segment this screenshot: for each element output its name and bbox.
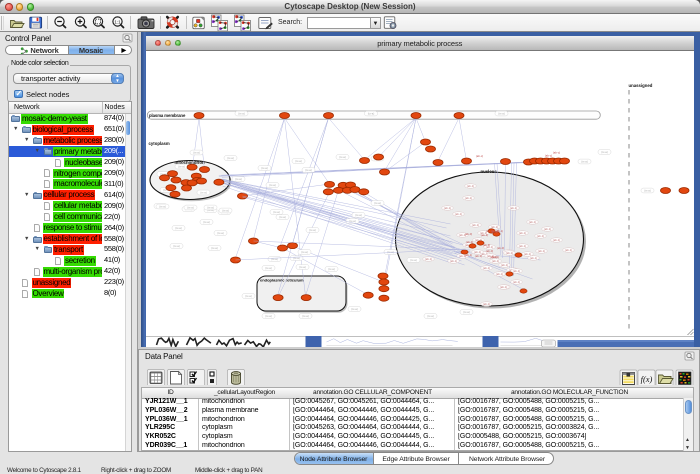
- svg-text:(tx-a): (tx-a): [410, 258, 417, 262]
- svg-text:(tx-a): (tx-a): [178, 165, 185, 169]
- svg-text:(ab-1): (ab-1): [495, 272, 503, 276]
- svg-text:(ab-1): (ab-1): [491, 259, 499, 263]
- svg-text:(ab-1): (ab-1): [518, 231, 526, 235]
- svg-text:(tx-a): (tx-a): [309, 228, 316, 232]
- svg-text:(tx-a): (tx-a): [374, 201, 381, 205]
- svg-text:cytoplasm: cytoplasm: [148, 141, 169, 146]
- svg-text:(tx-a): (tx-a): [227, 156, 234, 160]
- svg-text:(ab-1): (ab-1): [528, 220, 536, 224]
- svg-text:(tx-a): (tx-a): [427, 314, 434, 318]
- svg-text:(ab-1): (ab-1): [499, 285, 507, 289]
- svg-text:(ab-1): (ab-1): [464, 253, 472, 257]
- svg-text:(tx-a): (tx-a): [187, 206, 194, 210]
- svg-text:(ab-1): (ab-1): [509, 206, 517, 210]
- svg-text:(tx-a): (tx-a): [339, 155, 346, 159]
- svg-text:(tx-a): (tx-a): [328, 267, 335, 271]
- svg-text:(tx-a): (tx-a): [173, 244, 180, 248]
- svg-text:(ab-3): (ab-3): [482, 243, 490, 247]
- svg-text:(ab-1): (ab-1): [564, 248, 572, 252]
- svg-text:(tx-a): (tx-a): [245, 294, 252, 298]
- svg-text:(tx-a): (tx-a): [265, 266, 272, 270]
- svg-text:unassigned: unassigned: [628, 83, 652, 88]
- svg-text:(ab-0): (ab-0): [485, 229, 493, 233]
- svg-text:(tx-a): (tx-a): [293, 256, 300, 260]
- svg-text:(tx-a): (tx-a): [265, 314, 272, 318]
- svg-text:(tx-a): (tx-a): [222, 209, 229, 213]
- svg-text:(tx-a): (tx-a): [235, 177, 242, 181]
- svg-text:(ab-2): (ab-2): [489, 255, 497, 259]
- svg-text:(ab-1): (ab-1): [536, 234, 544, 238]
- svg-text:(tx-a): (tx-a): [367, 112, 374, 116]
- svg-text:(ab-1): (ab-1): [449, 259, 457, 263]
- svg-text:(ab-0): (ab-0): [464, 232, 472, 236]
- svg-text:f(x): f(x): [641, 374, 653, 384]
- svg-text:(tx-a): (tx-a): [498, 112, 505, 116]
- svg-text:(tx-a): (tx-a): [644, 189, 651, 193]
- svg-text:(ab-1): (ab-1): [466, 184, 474, 188]
- svg-text:(ab-1): (ab-1): [482, 266, 490, 270]
- svg-text:(tx-a): (tx-a): [211, 246, 218, 250]
- svg-text:(tx-a): (tx-a): [279, 215, 286, 219]
- svg-text:(ab-1): (ab-1): [552, 238, 560, 242]
- svg-text:(ab-1): (ab-1): [443, 206, 451, 210]
- svg-text:(tx-a): (tx-a): [351, 307, 358, 311]
- svg-text:(ab-0): (ab-0): [485, 249, 493, 253]
- svg-text:(ab-1): (ab-1): [537, 249, 545, 253]
- svg-text:(ab-1): (ab-1): [512, 269, 520, 273]
- svg-text:(tx-a): (tx-a): [305, 168, 312, 172]
- svg-text:(ab-1): (ab-1): [505, 251, 513, 255]
- svg-text:(tx-a): (tx-a): [238, 112, 245, 116]
- svg-text:(ab-1): (ab-1): [512, 280, 520, 284]
- svg-text:(tx-a): (tx-a): [207, 206, 214, 210]
- svg-text:(ab-1): (ab-1): [471, 223, 479, 227]
- svg-text:(ab-3): (ab-3): [465, 240, 473, 244]
- svg-text:(tx-a): (tx-a): [217, 231, 224, 235]
- svg-text:(ab-1): (ab-1): [474, 254, 482, 258]
- svg-text:(tx-a): (tx-a): [299, 265, 306, 269]
- svg-text:(tx-a): (tx-a): [269, 183, 276, 187]
- svg-text:(tx-a): (tx-a): [271, 257, 278, 261]
- svg-text:(ab-c): (ab-c): [475, 154, 482, 158]
- svg-text:(tx-a): (tx-a): [193, 151, 200, 155]
- svg-text:(ab-1): (ab-1): [482, 302, 490, 306]
- svg-text:(tx-a): (tx-a): [200, 191, 207, 195]
- svg-text:(ab-1): (ab-1): [529, 256, 537, 260]
- svg-text:(ab-0): (ab-0): [496, 246, 504, 250]
- svg-text:(ab-c): (ab-c): [552, 151, 559, 155]
- svg-text:(ab-1): (ab-1): [518, 244, 526, 248]
- svg-text:(tx-a): (tx-a): [295, 159, 302, 163]
- svg-text:(ab-1): (ab-1): [424, 257, 432, 261]
- svg-text:(ab-1): (ab-1): [543, 227, 551, 231]
- svg-text:(tx-a): (tx-a): [601, 150, 608, 154]
- svg-text:(tx-a): (tx-a): [581, 160, 588, 164]
- svg-text:(tx-a): (tx-a): [273, 210, 280, 214]
- svg-text:(ab-1): (ab-1): [464, 196, 472, 200]
- svg-text:(tx-a): (tx-a): [302, 314, 309, 318]
- svg-text:(tx-a): (tx-a): [463, 310, 470, 314]
- svg-text:(ab-1): (ab-1): [500, 263, 508, 267]
- svg-text:1:1: 1:1: [114, 19, 121, 24]
- svg-text:(tx-a): (tx-a): [301, 250, 308, 254]
- svg-text:(tx-a): (tx-a): [387, 250, 394, 254]
- svg-text:(tx-a): (tx-a): [355, 213, 362, 217]
- svg-text:(tx-a): (tx-a): [159, 205, 166, 209]
- svg-text:(ab-2): (ab-2): [480, 233, 488, 237]
- svg-text:(ab-c): (ab-c): [544, 154, 551, 158]
- svg-text:(ab-1): (ab-1): [454, 212, 462, 216]
- svg-text:(tx-a): (tx-a): [203, 220, 210, 224]
- svg-text:(tx-a): (tx-a): [175, 226, 182, 230]
- svg-text:plasma membrane: plasma membrane: [149, 113, 186, 118]
- svg-text:(tx-a): (tx-a): [261, 166, 268, 170]
